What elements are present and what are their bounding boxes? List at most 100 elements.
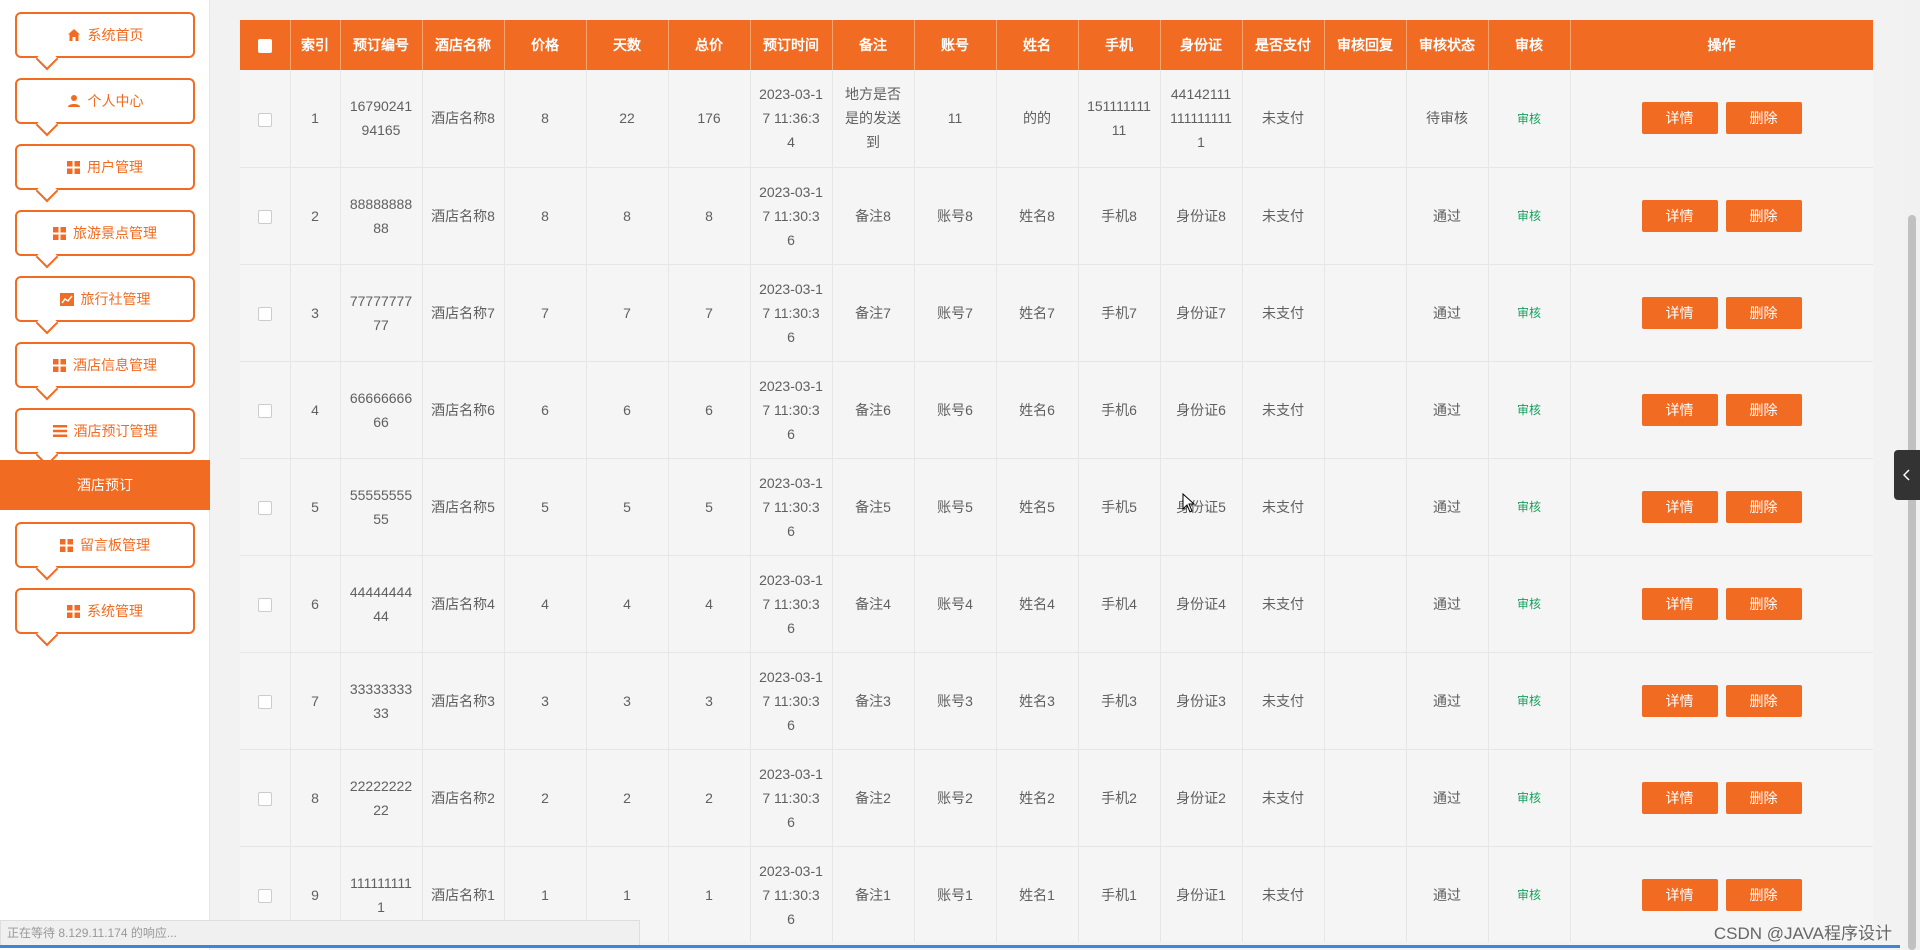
delete-button[interactable]: 删除 bbox=[1725, 878, 1802, 911]
detail-button[interactable]: 详情 bbox=[1641, 490, 1718, 523]
row-select-cell[interactable] bbox=[240, 264, 291, 362]
menu-item-message-board[interactable]: 留言板管理 bbox=[15, 522, 195, 568]
table-cell: 手机3 bbox=[1078, 652, 1161, 750]
table-cell: 15111111111 bbox=[1078, 70, 1161, 168]
detail-button[interactable]: 详情 bbox=[1641, 393, 1718, 426]
row-select-cell[interactable] bbox=[240, 167, 291, 265]
table-cell: 手机6 bbox=[1078, 361, 1161, 459]
delete-button[interactable]: 删除 bbox=[1725, 490, 1802, 523]
row-checkbox[interactable] bbox=[257, 112, 272, 127]
row-checkbox[interactable] bbox=[257, 791, 272, 806]
table-cell: 5 bbox=[504, 458, 587, 556]
table-cell: 身份证3 bbox=[1160, 652, 1243, 750]
row-checkbox[interactable] bbox=[257, 694, 272, 709]
audit-link[interactable]: 审核 bbox=[1517, 403, 1541, 417]
table-cell: 通过 bbox=[1406, 361, 1489, 459]
row-checkbox[interactable] bbox=[257, 209, 272, 224]
audit-link[interactable]: 审核 bbox=[1517, 500, 1541, 514]
submenu-hotel-booking-active[interactable]: 酒店预订 bbox=[0, 460, 210, 510]
booking-table: 索引 预订编号 酒店名称 价格 天数 总价 预订时间 备注 账号 姓名 手机 身份证 是否支付 审核回复审… bbox=[240, 20, 1873, 942]
menu-item-personal-center[interactable]: 个人中心 bbox=[15, 78, 195, 124]
table-cell: 4 bbox=[504, 555, 587, 653]
table-cell: 8 bbox=[290, 749, 341, 847]
table-cell: 7 bbox=[586, 264, 669, 362]
table-cell: 7777777777 bbox=[340, 264, 423, 362]
table-cell bbox=[1324, 652, 1407, 750]
row-checkbox[interactable] bbox=[257, 306, 272, 321]
table-cell: 2023-03-17 11:30:36 bbox=[750, 846, 833, 942]
delete-button[interactable]: 删除 bbox=[1725, 587, 1802, 620]
menu-item-user-management[interactable]: 用户管理 bbox=[15, 144, 195, 190]
menu-item-system-management[interactable]: 系统管理 bbox=[15, 588, 195, 634]
scrollbar-thumb[interactable] bbox=[1908, 215, 1916, 950]
table-cell: 账号5 bbox=[914, 458, 997, 556]
table-cell: 酒店名称5 bbox=[422, 458, 505, 556]
table-cell: 5 bbox=[290, 458, 341, 556]
delete-button[interactable]: 删除 bbox=[1725, 684, 1802, 717]
delete-button[interactable]: 删除 bbox=[1725, 781, 1802, 814]
row-select-cell[interactable] bbox=[240, 749, 291, 847]
actions-cell: 详情 删除 bbox=[1570, 70, 1873, 168]
table-cell: 酒店名称3 bbox=[422, 652, 505, 750]
row-select-cell[interactable] bbox=[240, 70, 291, 168]
table-cell: 3 bbox=[290, 264, 341, 362]
table-cell: 通过 bbox=[1406, 264, 1489, 362]
row-select-cell[interactable] bbox=[240, 361, 291, 459]
header-select-all[interactable] bbox=[240, 20, 291, 70]
row-select-cell[interactable] bbox=[240, 652, 291, 750]
actions-cell: 详情 删除 bbox=[1570, 652, 1873, 750]
menu-item-scenic-spots[interactable]: 旅游景点管理 bbox=[15, 210, 195, 256]
table-cell: 7 bbox=[290, 652, 341, 750]
row-select-cell[interactable] bbox=[240, 458, 291, 556]
actions-cell: 详情 删除 bbox=[1570, 458, 1873, 556]
row-checkbox[interactable] bbox=[257, 403, 272, 418]
column-header: 备注 bbox=[832, 20, 915, 70]
menu-item-hotel-booking[interactable]: 酒店预订管理 bbox=[15, 408, 195, 454]
collapse-panel-button[interactable] bbox=[1894, 450, 1920, 500]
audit-link[interactable]: 审核 bbox=[1517, 694, 1541, 708]
menu-item-travel-agency[interactable]: 旅行社管理 bbox=[15, 276, 195, 322]
delete-button[interactable]: 删除 bbox=[1725, 393, 1802, 426]
detail-button[interactable]: 详情 bbox=[1641, 587, 1718, 620]
table-cell: 账号4 bbox=[914, 555, 997, 653]
audit-link[interactable]: 审核 bbox=[1517, 209, 1541, 223]
table-cell: 通过 bbox=[1406, 846, 1489, 942]
row-checkbox[interactable] bbox=[257, 597, 272, 612]
delete-button[interactable]: 删除 bbox=[1725, 296, 1802, 329]
row-checkbox[interactable] bbox=[257, 888, 272, 903]
audit-link[interactable]: 审核 bbox=[1517, 888, 1541, 902]
table-cell: 账号1 bbox=[914, 846, 997, 942]
table-cell: 姓名3 bbox=[996, 652, 1079, 750]
row-select-cell[interactable] bbox=[240, 555, 291, 653]
table-cell: 手机7 bbox=[1078, 264, 1161, 362]
detail-button[interactable]: 详情 bbox=[1641, 199, 1718, 232]
detail-button[interactable]: 详情 bbox=[1641, 296, 1718, 329]
delete-button[interactable]: 删除 bbox=[1725, 102, 1802, 135]
audit-link[interactable]: 审核 bbox=[1517, 112, 1541, 126]
table-cell: 身份证5 bbox=[1160, 458, 1243, 556]
grid-icon bbox=[60, 538, 73, 552]
menu-item-hotel-info[interactable]: 酒店信息管理 bbox=[15, 342, 195, 388]
table-cell: 酒店名称8 bbox=[422, 167, 505, 265]
detail-button[interactable]: 详情 bbox=[1641, 878, 1718, 911]
table-cell: 酒店名称2 bbox=[422, 749, 505, 847]
table-cell: 2 bbox=[668, 749, 751, 847]
delete-button[interactable]: 删除 bbox=[1725, 199, 1802, 232]
menu-item-label: 酒店预订管理 bbox=[73, 423, 158, 439]
menu-item-home[interactable]: 系统首页 bbox=[15, 12, 195, 58]
audit-link[interactable]: 审核 bbox=[1517, 306, 1541, 320]
audit-link[interactable]: 审核 bbox=[1517, 597, 1541, 611]
detail-button[interactable]: 详情 bbox=[1641, 684, 1718, 717]
table-cell bbox=[1324, 361, 1407, 459]
row-checkbox[interactable] bbox=[257, 500, 272, 515]
table-cell: 1679024194165 bbox=[340, 70, 423, 168]
audit-link[interactable]: 审核 bbox=[1517, 791, 1541, 805]
detail-button[interactable]: 详情 bbox=[1641, 102, 1718, 135]
select-all-checkbox[interactable] bbox=[257, 39, 272, 54]
table-cell: 8888888888 bbox=[340, 167, 423, 265]
table-cell: 3333333333 bbox=[340, 652, 423, 750]
detail-button[interactable]: 详情 bbox=[1641, 781, 1718, 814]
table-cell: 3 bbox=[668, 652, 751, 750]
table-row: 4 6666666666 酒店名称6 6 6 6 2023-03-17 11:30:36 备注… bbox=[240, 361, 1873, 459]
table-cell: 6666666666 bbox=[340, 361, 423, 459]
